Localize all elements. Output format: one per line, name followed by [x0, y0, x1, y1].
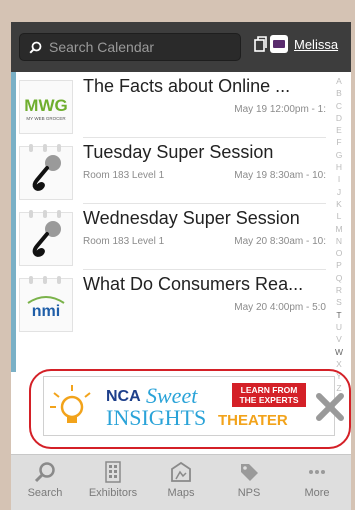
- tab-bar: Search Exhibitors Maps NPS More: [11, 454, 351, 510]
- logout-icon[interactable]: [254, 35, 268, 53]
- tab-maps[interactable]: Maps: [147, 455, 215, 510]
- session-thumbnail: [19, 210, 73, 266]
- nca-sweet-insights-banner: NCA Sweet INSIGHTS LEARN FROM THE EXPERT…: [50, 383, 306, 430]
- alphabet-letter[interactable]: H: [336, 161, 342, 173]
- session-time: May 19 12:00pm - 1:: [234, 104, 326, 115]
- session-location: Room 183 Level 1: [83, 170, 165, 181]
- ad-banner[interactable]: NCA Sweet INSIGHTS LEARN FROM THE EXPERT…: [43, 376, 344, 436]
- alphabet-letter[interactable]: V: [336, 333, 342, 345]
- session-time: May 20 4:00pm - 5:0: [234, 302, 326, 313]
- alphabet-letter[interactable]: Q: [336, 272, 343, 284]
- tab-label: Search: [27, 487, 63, 499]
- search-placeholder: Search Calendar: [49, 39, 155, 55]
- svg-text:LEARN FROM: LEARN FROM: [241, 385, 298, 395]
- alphabet-letter[interactable]: O: [336, 247, 343, 259]
- search-icon: [29, 41, 42, 54]
- svg-text:nmi: nmi: [32, 303, 60, 320]
- more-icon: [309, 470, 325, 474]
- search-icon: [34, 462, 55, 483]
- tag-icon: [241, 464, 258, 481]
- alphabet-letter[interactable]: U: [336, 321, 342, 333]
- session-title: The Facts about Online ...: [83, 76, 291, 96]
- search-input[interactable]: Search Calendar: [19, 33, 241, 61]
- session-list: MWG MY WEB GROCER The Facts about Online…: [11, 72, 351, 372]
- alphabet-index[interactable]: ABCDEFGHIJKLMNOPQRSTUVWXYZ: [328, 75, 350, 395]
- session-thumbnail: nmi: [19, 276, 73, 332]
- tab-label: Maps: [167, 487, 195, 499]
- user-name-link[interactable]: Melissa: [294, 37, 338, 52]
- lightbulb-icon: [50, 385, 91, 423]
- session-title: Tuesday Super Session: [83, 142, 274, 162]
- svg-text:THE EXPERTS: THE EXPERTS: [239, 395, 298, 405]
- maps-icon: [171, 461, 191, 482]
- sponsor-ad[interactable]: NCA Sweet INSIGHTS LEARN FROM THE EXPERT…: [29, 369, 351, 451]
- session-location: Room 183 Level 1: [83, 236, 165, 247]
- session-title: What Do Consumers Rea...: [83, 274, 304, 294]
- svg-text:INSIGHTS: INSIGHTS: [106, 405, 206, 430]
- alphabet-letter[interactable]: M: [335, 223, 342, 235]
- session-thumbnail: MWG MY WEB GROCER: [19, 80, 73, 134]
- alphabet-letter[interactable]: N: [336, 235, 342, 247]
- header-bar: Search Calendar Melissa: [11, 22, 351, 72]
- alphabet-letter[interactable]: A: [336, 75, 342, 87]
- svg-text:NCA: NCA: [106, 388, 141, 405]
- user-avatar: [270, 35, 288, 53]
- tab-label: More: [304, 487, 330, 499]
- session-time: May 20 8:30am - 10:: [234, 236, 326, 247]
- app-screen: Search Calendar Melissa MWG MY WEB GROCE: [11, 22, 351, 510]
- alphabet-letter[interactable]: I: [338, 173, 340, 185]
- alphabet-letter[interactable]: W: [335, 346, 343, 358]
- alphabet-letter[interactable]: K: [336, 198, 342, 210]
- session-item[interactable]: Tuesday Super Session Room 183 Level 1 M…: [16, 138, 326, 204]
- alphabet-letter[interactable]: D: [336, 112, 342, 124]
- alphabet-letter[interactable]: L: [337, 210, 342, 222]
- alphabet-letter[interactable]: C: [336, 100, 342, 112]
- session-time: May 19 8:30am - 10:: [234, 170, 326, 181]
- alphabet-letter[interactable]: B: [336, 87, 342, 99]
- alphabet-letter[interactable]: E: [336, 124, 342, 136]
- tab-nps[interactable]: NPS: [215, 455, 283, 510]
- microphone-icon: [32, 155, 61, 191]
- mwg-logo: MWG MY WEB GROCER: [24, 96, 67, 121]
- alphabet-letter[interactable]: G: [336, 149, 343, 161]
- alphabet-letter[interactable]: R: [336, 284, 342, 296]
- svg-text:MY WEB GROCER: MY WEB GROCER: [26, 116, 66, 121]
- alphabet-letter[interactable]: F: [336, 136, 341, 148]
- session-item[interactable]: MWG MY WEB GROCER The Facts about Online…: [16, 72, 326, 138]
- session-item[interactable]: Wednesday Super Session Room 183 Level 1…: [16, 204, 326, 270]
- tab-exhibitors[interactable]: Exhibitors: [79, 455, 147, 510]
- alphabet-letter[interactable]: J: [337, 186, 341, 198]
- session-item[interactable]: nmi What Do Consumers Rea... May 20 4:00…: [16, 270, 326, 336]
- svg-text:MWG: MWG: [24, 96, 67, 115]
- session-title: Wednesday Super Session: [83, 208, 300, 228]
- tab-search[interactable]: Search: [11, 455, 79, 510]
- alphabet-letter[interactable]: P: [336, 259, 342, 271]
- exhibitors-icon: [105, 461, 121, 483]
- nmi-logo: nmi: [27, 296, 65, 320]
- close-icon[interactable]: [314, 391, 346, 423]
- session-thumbnail: [19, 144, 73, 200]
- tab-more[interactable]: More: [283, 455, 351, 510]
- tab-label: NPS: [237, 487, 261, 499]
- device-frame: Search Calendar Melissa MWG MY WEB GROCE: [0, 0, 355, 510]
- alphabet-letter[interactable]: S: [336, 296, 342, 308]
- user-account[interactable]: Melissa: [254, 35, 338, 53]
- alphabet-letter[interactable]: T: [336, 309, 341, 321]
- tab-label: Exhibitors: [88, 487, 138, 499]
- svg-text:THEATER: THEATER: [218, 412, 288, 429]
- microphone-icon: [32, 221, 61, 257]
